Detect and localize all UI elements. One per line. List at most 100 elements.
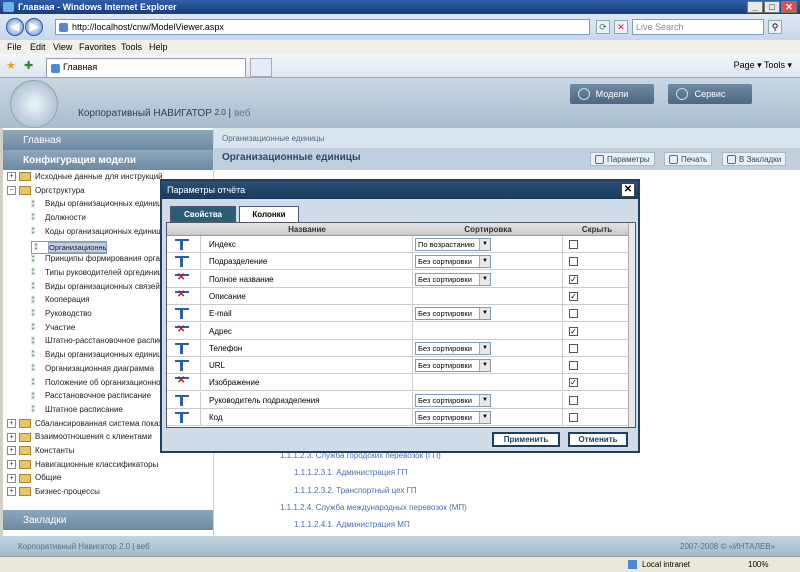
tree-item[interactable]: ⁑ Кооперация (31, 295, 90, 307)
expand-toggle-icon[interactable]: + (7, 487, 16, 497)
sort-select[interactable]: Без сортировки ▼ (415, 255, 491, 269)
tree-item[interactable]: ⁑ Участие (31, 323, 75, 335)
hide-checkbox[interactable] (569, 395, 578, 405)
tree-item[interactable]: ⁑ Виды организационных единиц (31, 199, 162, 211)
breadcrumb[interactable]: Организационные единицы (214, 128, 800, 148)
apply-button[interactable]: Применить (492, 432, 560, 447)
close-window-button[interactable]: ✕ (781, 1, 797, 13)
hide-checkbox[interactable] (569, 413, 578, 422)
menu-help[interactable]: Help (149, 42, 168, 52)
bookmark-button[interactable]: В Закладки (722, 152, 787, 166)
stop-icon[interactable]: ✕ (614, 20, 628, 34)
org-item[interactable]: 1.1.1.2.3.1. Администрация ГП (294, 468, 407, 477)
tree-item[interactable]: + Взаимоотношения с клиентами (7, 432, 152, 444)
hide-checkbox[interactable] (569, 361, 578, 371)
hide-checkbox[interactable]: ✓ (569, 378, 578, 388)
expand-toggle-icon[interactable]: + (7, 172, 16, 182)
chevron-down-icon[interactable]: ▼ (479, 360, 490, 372)
sort-select[interactable]: Без сортировки ▼ (415, 411, 491, 424)
chevron-down-icon[interactable]: ▼ (479, 239, 490, 250)
tree-item[interactable]: + Навигационные классификаторы (7, 460, 158, 472)
expand-toggle-icon[interactable]: + (7, 418, 16, 428)
chevron-down-icon[interactable]: ▼ (479, 412, 490, 423)
print-button[interactable]: Печать (664, 152, 713, 166)
menu-tools[interactable]: Tools (121, 42, 142, 52)
new-tab-button[interactable] (250, 58, 272, 77)
sidebar-home[interactable]: Главная (3, 130, 213, 150)
grid-scrollbar[interactable] (628, 223, 635, 427)
org-item[interactable]: 1.1.1.2.4.1. Администрация МП (294, 520, 410, 528)
hide-checkbox[interactable]: ✓ (569, 291, 578, 301)
service-button[interactable]: Сервис (668, 84, 752, 104)
menu-file[interactable]: File (7, 42, 22, 52)
tab-columns[interactable]: Колонки (239, 206, 299, 223)
tree-item[interactable]: ⁑ Принципы формирования организ (31, 254, 172, 266)
tree-item[interactable]: + Сбалансированная система показ (7, 419, 162, 431)
sort-select[interactable]: По возрастанию ▼ (415, 238, 491, 251)
tab-properties[interactable]: Свойства (170, 206, 236, 222)
minimize-button[interactable]: _ (747, 1, 763, 13)
chevron-down-icon[interactable]: ▼ (479, 256, 490, 268)
add-favorite-icon[interactable]: ✚ (24, 59, 33, 72)
sort-select[interactable]: Без сортировки ▼ (415, 393, 491, 407)
tree-item[interactable]: ⁑ Организационные единицы (31, 240, 107, 254)
sort-select[interactable]: Без сортировки ▼ (415, 272, 491, 286)
tree-item[interactable]: ⁑ Организационная диаграмма (31, 364, 154, 376)
tree-item[interactable]: ⁑ Должности (31, 213, 86, 225)
tree-item[interactable]: ⁑ Положение об организационной (31, 378, 165, 390)
browser-tab[interactable]: Главная (46, 58, 246, 77)
tree-item[interactable]: + Константы (7, 446, 74, 458)
zoom-level[interactable]: 100% (748, 560, 768, 569)
sidebar-config[interactable]: Конфигурация модели (3, 150, 213, 170)
hide-checkbox[interactable] (569, 240, 578, 249)
hide-checkbox[interactable] (569, 309, 578, 319)
tree-item[interactable]: ⁑ Виды организационных единиц (31, 350, 162, 362)
sidebar-bookmarks[interactable]: Закладки (3, 510, 213, 530)
favorites-star-icon[interactable]: ★ (6, 59, 16, 72)
close-dialog-button[interactable]: ✕ (621, 183, 635, 197)
models-button[interactable]: Модели (570, 84, 654, 104)
sort-select[interactable]: Без сортировки ▼ (415, 307, 491, 321)
command-bar-tools[interactable]: Page ▾ Tools ▾ (734, 60, 792, 71)
maximize-button[interactable]: □ (764, 1, 780, 13)
tree-item[interactable]: − Оргструктура (7, 186, 85, 198)
expand-toggle-icon[interactable]: − (7, 186, 16, 196)
search-input[interactable]: Live Search (632, 19, 764, 35)
tree-item[interactable]: ⁑ Руководство (31, 309, 92, 321)
back-button[interactable]: ◀ (6, 18, 24, 36)
menu-view[interactable]: View (53, 42, 72, 52)
search-icon[interactable]: ⚲ (768, 20, 782, 34)
chevron-down-icon[interactable]: ▼ (479, 273, 490, 285)
tree-item[interactable]: ⁑ Виды организационных связей (31, 282, 160, 294)
tree-item[interactable]: + Общие (7, 473, 61, 485)
address-input[interactable]: http://localhost/cnw/ModelViewer.aspx (55, 19, 590, 35)
tree-item[interactable]: + Бизнес-процессы (7, 487, 100, 499)
hide-checkbox[interactable]: ✓ (569, 274, 578, 284)
chevron-down-icon[interactable]: ▼ (479, 342, 490, 354)
hide-checkbox[interactable]: ✓ (569, 326, 578, 336)
tree-item[interactable]: ⁑ Штатно-расстановочное распис (31, 336, 163, 348)
menu-edit[interactable]: Edit (30, 42, 46, 52)
menu-favorites[interactable]: Favorites (79, 42, 116, 52)
expand-toggle-icon[interactable]: + (7, 460, 16, 470)
sort-select[interactable]: Без сортировки ▼ (415, 341, 491, 355)
expand-toggle-icon[interactable]: + (7, 473, 16, 483)
tree-item[interactable]: ⁑ Штатное расписание (31, 405, 123, 417)
tree-item[interactable]: ⁑ Типы руководителей оргединиц (31, 268, 162, 280)
hide-checkbox[interactable] (569, 343, 578, 353)
org-item[interactable]: 1.1.1.2.3.2. Транспортный цех ГП (294, 486, 417, 495)
expand-toggle-icon[interactable]: + (7, 432, 16, 442)
refresh-icon[interactable]: ⟳ (596, 20, 610, 34)
sort-select[interactable]: Без сортировки ▼ (415, 359, 491, 373)
chevron-down-icon[interactable]: ▼ (479, 394, 490, 406)
expand-toggle-icon[interactable]: + (7, 446, 16, 456)
forward-button[interactable]: ▶ (25, 18, 43, 36)
params-button[interactable]: Параметры (590, 152, 655, 166)
org-item[interactable]: 1.1.1.2.4. Служба международных перевозо… (280, 503, 467, 512)
tree-item[interactable]: ⁑ Коды организационных единиц (31, 227, 161, 239)
tree-item[interactable]: + Исходные данные для инструкций (7, 172, 163, 184)
cancel-button[interactable]: Отменить (568, 432, 628, 447)
hide-checkbox[interactable] (569, 257, 578, 267)
chevron-down-icon[interactable]: ▼ (479, 308, 490, 320)
tree-item[interactable]: ⁑ Расстановочное расписание (31, 391, 151, 403)
